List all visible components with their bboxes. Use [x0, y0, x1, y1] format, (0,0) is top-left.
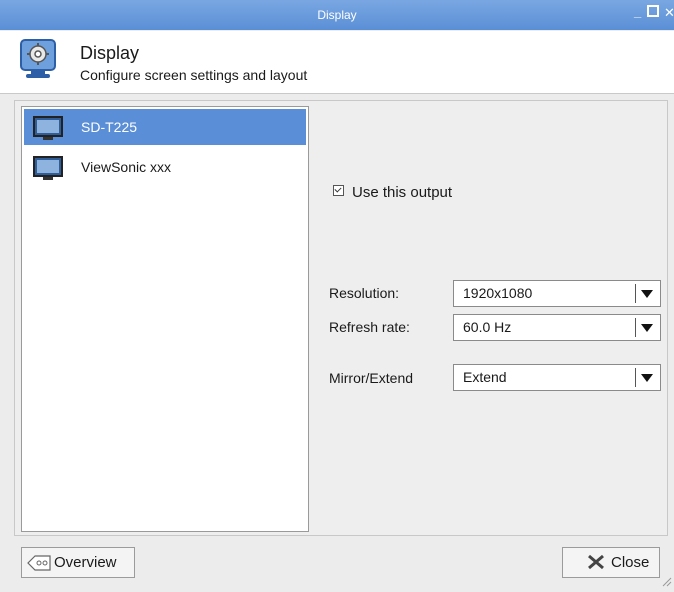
resolution-label: Resolution:	[329, 285, 400, 301]
list-item-sd-t225[interactable]: SD-T225	[24, 109, 306, 145]
monitor-icon	[33, 116, 63, 142]
divider	[635, 318, 636, 337]
refresh-rate-select[interactable]: 60.0 Hz	[453, 314, 661, 341]
list-item-viewsonic[interactable]: ViewSonic xxx	[24, 149, 306, 185]
use-output-label: Use this output	[352, 184, 453, 201]
page-subtitle: Configure screen settings and layout	[80, 67, 308, 83]
close-button[interactable]: Close	[562, 547, 660, 578]
overview-label: Overview	[54, 554, 117, 571]
close-label: Close	[611, 554, 650, 571]
mirror-extend-label: Mirror/Extend	[329, 370, 414, 386]
checkbox-checked-icon[interactable]	[333, 185, 344, 196]
resolution-select[interactable]: 1920x1080	[453, 280, 661, 307]
close-x-icon	[587, 554, 605, 574]
refresh-rate-value: 60.0 Hz	[463, 319, 512, 335]
display-settings-icon	[20, 39, 56, 79]
mirror-extend-select[interactable]: Extend	[453, 364, 661, 391]
use-output-checkbox[interactable]: Use this output	[333, 184, 452, 201]
window-title: Display	[317, 8, 357, 22]
overview-back-icon	[27, 555, 51, 575]
mirror-extend-value: Extend	[463, 369, 507, 385]
dropdown-arrow-icon[interactable]	[641, 324, 653, 332]
list-item-label: SD-T225	[81, 119, 138, 135]
header: Display Configure screen settings and la…	[0, 31, 674, 94]
resolution-value: 1920x1080	[463, 285, 533, 301]
output-list[interactable]: SD-T225 ViewSonic xxx	[21, 106, 309, 532]
dropdown-arrow-icon[interactable]	[641, 374, 653, 382]
dropdown-arrow-icon[interactable]	[641, 290, 653, 298]
divider	[635, 284, 636, 303]
divider	[635, 368, 636, 387]
overview-button[interactable]: Overview	[21, 547, 135, 578]
refresh-rate-label: Refresh rate:	[329, 319, 410, 335]
resize-grip-icon[interactable]	[662, 574, 672, 587]
close-window-button[interactable]: ✕	[664, 5, 674, 21]
list-item-label: ViewSonic xxx	[81, 159, 172, 175]
minimize-button[interactable]: _	[634, 4, 641, 19]
title-bar: Display _ ✕	[0, 0, 674, 30]
monitor-icon	[33, 156, 63, 182]
maximize-button[interactable]	[647, 5, 659, 17]
page-title: Display	[80, 43, 140, 63]
